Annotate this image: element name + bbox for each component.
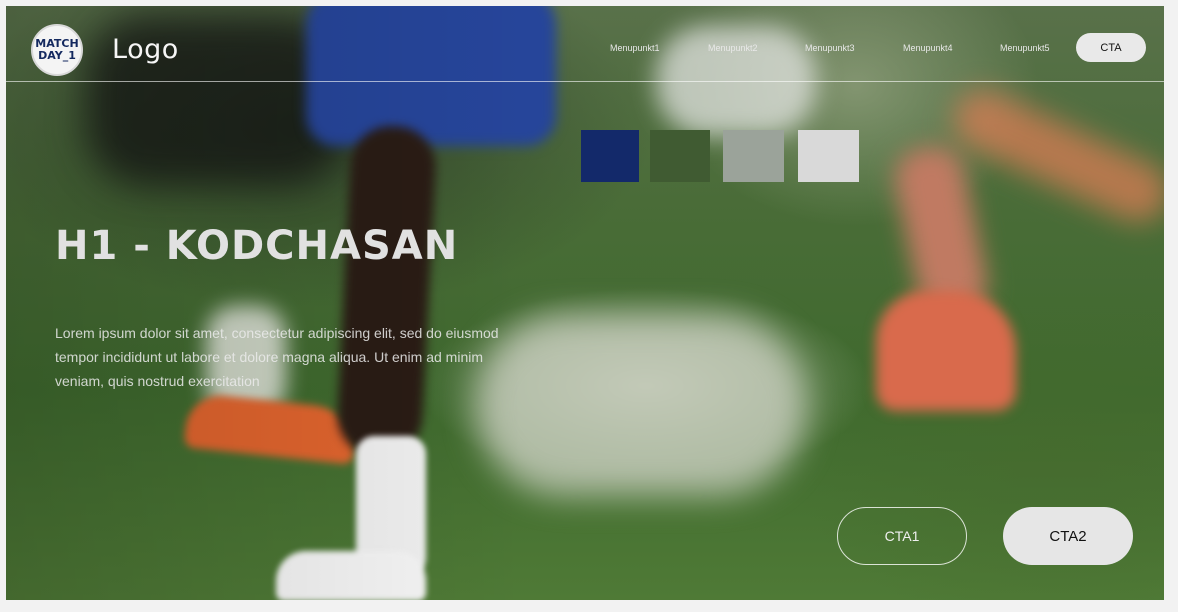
color-swatch-3 xyxy=(723,130,784,182)
color-swatch-1 xyxy=(581,130,639,182)
cta1-button[interactable]: CTA1 xyxy=(837,507,967,565)
menu-item-3[interactable]: Menupunkt3 xyxy=(805,43,855,53)
color-swatch-4 xyxy=(798,130,859,182)
menu-item-2[interactable]: Menupunkt2 xyxy=(708,43,758,53)
logo-badge[interactable]: MATCH DAY_1 xyxy=(31,24,83,76)
menu-item-1[interactable]: Menupunkt1 xyxy=(610,43,660,53)
nav-cta-button[interactable]: CTA xyxy=(1076,33,1146,62)
hero-paragraph: Lorem ipsum dolor sit amet, consectetur … xyxy=(55,325,499,389)
menu-item-4[interactable]: Menupunkt4 xyxy=(903,43,953,53)
hero-headline: H1 - KODCHASAN xyxy=(55,223,459,269)
hero-background-image xyxy=(6,6,1164,600)
menu-item-5[interactable]: Menupunkt5 xyxy=(1000,43,1050,53)
logo-text[interactable]: Logo xyxy=(112,34,179,65)
navigation-bar: MATCH DAY_1 Logo Menupunkt1 Menupunkt2 M… xyxy=(6,6,1164,82)
image-overlay xyxy=(6,6,1164,600)
logo-badge-line2: DAY_1 xyxy=(38,49,76,62)
color-swatch-2 xyxy=(650,130,710,182)
cta2-button[interactable]: CTA2 xyxy=(1003,507,1133,565)
